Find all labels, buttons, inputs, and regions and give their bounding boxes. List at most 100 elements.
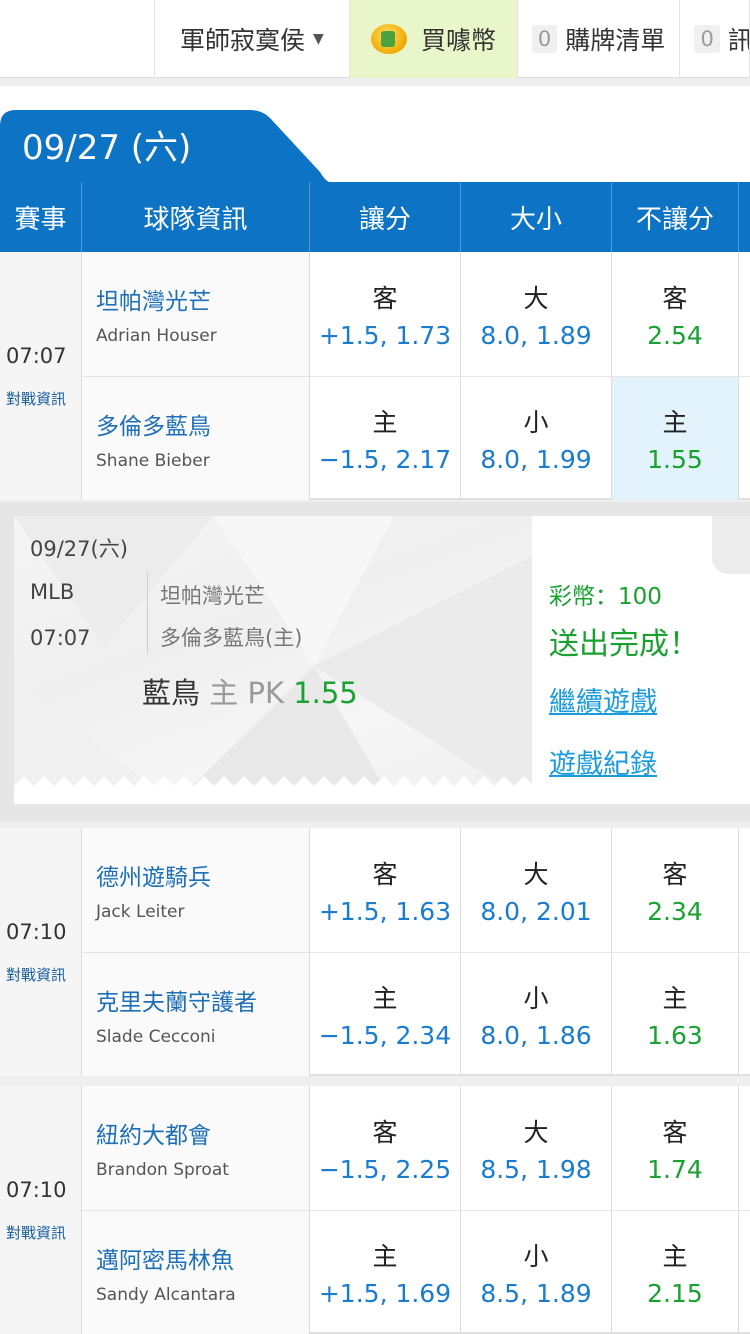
team-name[interactable]: 德州遊騎兵 — [96, 858, 309, 892]
odds-value: 8.0, 1.89 — [480, 320, 592, 350]
away-row: 德州遊騎兵 Jack Leiter 客 +1.5, 1.63 大 8.0, 2.… — [82, 828, 750, 952]
user-menu[interactable]: 軍師寂寞侯 ▼ — [155, 0, 351, 78]
team-info: 坦帕灣光芒 Adrian Houser — [82, 252, 310, 376]
game-time-cell: 07:10 對戰資訊 — [0, 1086, 82, 1334]
pitcher-name: Jack Leiter — [96, 902, 185, 922]
odds-value: 8.0, 2.01 — [480, 896, 592, 926]
team-name[interactable]: 多倫多藍鳥 — [96, 407, 309, 441]
moneyline-odds-cell[interactable]: 主 1.63 — [612, 953, 739, 1076]
odds-label: 大 — [523, 859, 549, 889]
game-time: 07:10 — [6, 1178, 67, 1202]
total-odds-cell[interactable]: 小 8.0, 1.86 — [461, 953, 612, 1076]
pitcher-name: Adrian Houser — [96, 326, 217, 346]
odds-label: 主 — [372, 1242, 398, 1271]
team-name[interactable]: 坦帕灣光芒 — [96, 282, 309, 316]
messages-button[interactable]: 0 訊 — [680, 0, 750, 78]
odds-label: 客 — [662, 283, 688, 313]
cart-label: 購牌清單 — [565, 26, 666, 55]
away-row: 紐約大都會 Brandon Sproat 客 −1.5, 2.25 大 8.5,… — [82, 1086, 750, 1210]
total-odds-cell[interactable]: 小 8.0, 1.99 — [461, 377, 612, 500]
ticket-selection: 藍鳥 主 PK 1.55 — [142, 670, 358, 712]
pitcher-name: Shane Bieber — [96, 451, 210, 471]
matchup-info-link[interactable]: 對戰資訊 — [6, 964, 66, 985]
header-team-info: 球隊資訊 — [82, 182, 310, 252]
spread-odds-cell[interactable]: 客 +1.5, 1.73 — [310, 252, 461, 376]
total-odds-cell[interactable]: 大 8.0, 2.01 — [461, 828, 612, 952]
moneyline-odds-cell[interactable]: 客 1.74 — [612, 1086, 739, 1210]
odds-label: 小 — [523, 1242, 549, 1271]
top-bar-spacer — [0, 0, 155, 78]
odds-label: 客 — [372, 1117, 398, 1147]
header-more — [739, 182, 750, 252]
odds-value: −1.5, 2.17 — [318, 445, 452, 474]
odds-value: +1.5, 1.73 — [318, 320, 452, 350]
matchup-info-link[interactable]: 對戰資訊 — [6, 1222, 66, 1243]
moneyline-odds-cell[interactable]: 客 2.34 — [612, 828, 739, 952]
game-row: 07:10 對戰資訊 紐約大都會 Brandon Sproat 客 −1.5, … — [0, 1086, 750, 1334]
spread-odds-cell[interactable]: 主 −1.5, 2.34 — [310, 953, 461, 1076]
ticket-league: MLB — [30, 580, 75, 604]
game-time: 07:07 — [6, 344, 67, 368]
spread-odds-cell[interactable]: 客 −1.5, 2.25 — [310, 1086, 461, 1210]
total-odds-cell[interactable]: 大 8.5, 1.98 — [461, 1086, 612, 1210]
odds-label: 主 — [662, 984, 688, 1013]
team-name[interactable]: 邁阿密馬林魚 — [96, 1241, 309, 1275]
ticket-selection-side: 主 PK — [209, 676, 284, 710]
game-row: 07:10 對戰資訊 德州遊騎兵 Jack Leiter 客 +1.5, 1.6… — [0, 828, 750, 1076]
ticket-selection-odds: 1.55 — [293, 676, 358, 710]
odds-value: −1.5, 2.34 — [318, 1021, 452, 1050]
ticket-time: 07:07 — [30, 626, 91, 650]
coin-icon — [370, 24, 407, 54]
team-name[interactable]: 紐約大都會 — [96, 1116, 309, 1150]
buy-coins-label: 買噱幣 — [420, 26, 496, 55]
odds-label: 大 — [523, 1117, 549, 1147]
team-info: 德州遊騎兵 Jack Leiter — [82, 828, 310, 952]
spread-odds-cell[interactable]: 主 −1.5, 2.17 — [310, 377, 461, 500]
total-odds-cell[interactable]: 小 8.5, 1.89 — [461, 1211, 612, 1334]
continue-game-link[interactable]: 繼續遊戲 — [549, 680, 657, 719]
team-info: 克里夫蘭守護者 Slade Cecconi — [82, 953, 310, 1076]
spread-odds-cell[interactable]: 客 +1.5, 1.63 — [310, 828, 461, 952]
odds-label: 客 — [372, 283, 398, 313]
moneyline-odds-cell-selected[interactable]: 主 1.55 — [612, 377, 739, 500]
home-row: 克里夫蘭守護者 Slade Cecconi 主 −1.5, 2.34 小 8.0… — [82, 952, 750, 1076]
messages-label: 訊 — [728, 21, 749, 57]
message-count-badge: 0 — [694, 25, 720, 53]
game-history-link[interactable]: 遊戲紀錄 — [549, 742, 657, 781]
odds-label: 小 — [523, 984, 549, 1013]
cart-count-badge: 0 — [531, 25, 558, 53]
user-name: 軍師寂寞侯 — [180, 26, 306, 55]
total-odds-cell[interactable]: 大 8.0, 1.89 — [461, 252, 612, 376]
date-label: 09/27 (六) — [22, 128, 192, 168]
moneyline-odds-cell[interactable]: 客 2.54 — [612, 252, 739, 376]
away-row: 坦帕灣光芒 Adrian Houser 客 +1.5, 1.73 大 8.0, … — [82, 252, 750, 376]
odds-value: +1.5, 1.69 — [318, 1279, 452, 1308]
close-icon[interactable] — [712, 516, 750, 574]
matchup-info-link[interactable]: 對戰資訊 — [6, 388, 66, 409]
odds-value: +1.5, 1.63 — [318, 896, 452, 926]
ticket-zigzag-edge — [14, 776, 532, 804]
odds-label: 主 — [372, 984, 398, 1013]
odds-value: 1.55 — [647, 445, 703, 474]
submit-success-message: 送出完成！ — [549, 627, 699, 662]
moneyline-odds-cell[interactable]: 主 2.15 — [612, 1211, 739, 1334]
cart-button[interactable]: 0 購牌清單 — [518, 0, 681, 78]
team-info: 邁阿密馬林魚 Sandy Alcantara — [82, 1211, 310, 1334]
pitcher-name: Sandy Alcantara — [96, 1285, 236, 1305]
odds-value: 1.74 — [647, 1154, 703, 1184]
ticket-divider — [147, 572, 148, 654]
pitcher-name: Slade Cecconi — [96, 1027, 216, 1047]
odds-value: 8.0, 1.99 — [480, 445, 592, 474]
team-name[interactable]: 克里夫蘭守護者 — [96, 983, 309, 1017]
spread-odds-cell[interactable]: 主 +1.5, 1.69 — [310, 1211, 461, 1334]
odds-value: 8.0, 1.86 — [480, 1021, 592, 1050]
team-info: 紐約大都會 Brandon Sproat — [82, 1086, 310, 1210]
game-row: 07:07 對戰資訊 坦帕灣光芒 Adrian Houser 客 +1.5, 1… — [0, 252, 750, 500]
game-time: 07:10 — [6, 920, 67, 944]
buy-coins-button[interactable]: 買噱幣 — [350, 0, 518, 78]
odds-value: 2.54 — [647, 320, 703, 350]
ticket-date: 09/27(六) — [30, 537, 128, 561]
odds-label: 主 — [372, 408, 398, 437]
odds-value: 2.15 — [647, 1279, 703, 1308]
home-row: 邁阿密馬林魚 Sandy Alcantara 主 +1.5, 1.69 小 8.… — [82, 1210, 750, 1334]
